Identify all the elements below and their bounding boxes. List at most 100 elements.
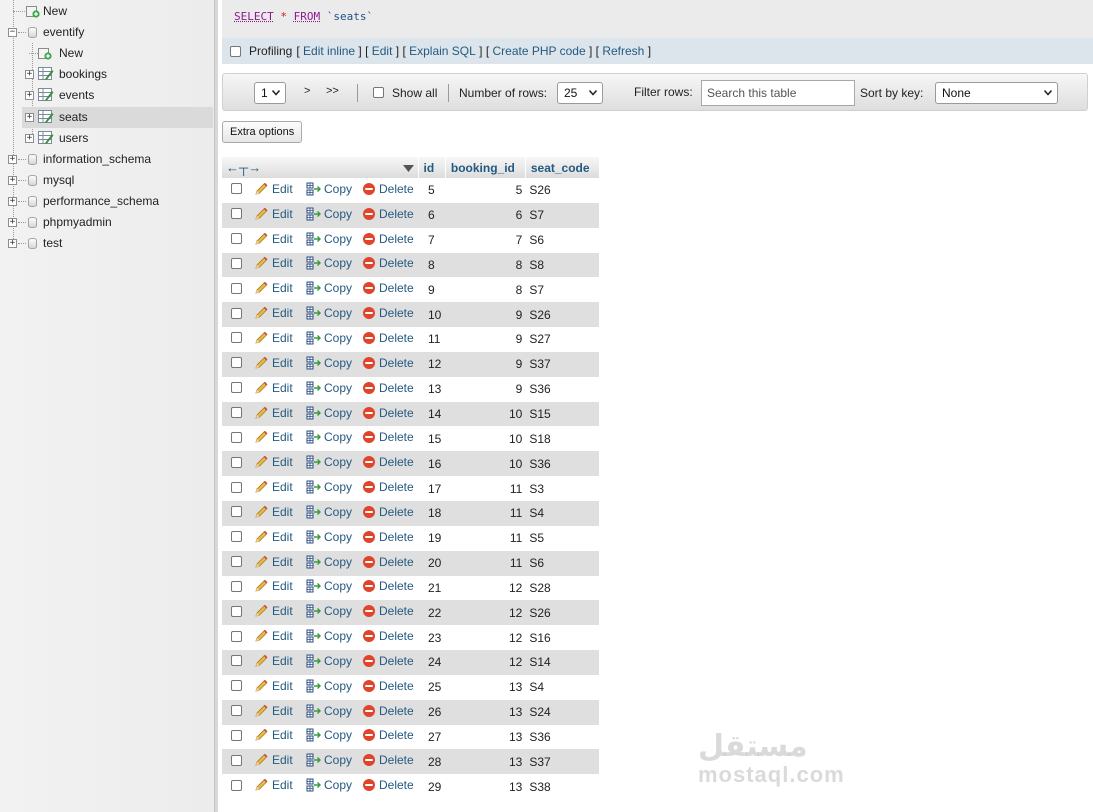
- cell-id[interactable]: 20: [418, 550, 446, 576]
- nav-item-label[interactable]: seats: [59, 110, 88, 124]
- nav-item-phpmyadmin[interactable]: + phpmyadmin: [0, 212, 213, 233]
- edit-row-button[interactable]: Edit: [254, 778, 293, 792]
- delete-row-button[interactable]: Delete: [362, 505, 414, 519]
- nav-item-label[interactable]: users: [59, 131, 88, 145]
- cell-booking-id[interactable]: 10: [445, 401, 526, 427]
- cell-seat-code[interactable]: S36: [525, 451, 600, 477]
- edit-row-button[interactable]: Edit: [254, 530, 293, 544]
- edit-row-button[interactable]: Edit: [254, 182, 293, 196]
- cell-id[interactable]: 18: [418, 500, 446, 526]
- row-checkbox[interactable]: [231, 407, 242, 419]
- nav-item-label[interactable]: phpmyadmin: [43, 215, 112, 229]
- cell-booking-id[interactable]: 10: [445, 451, 526, 477]
- row-checkbox[interactable]: [231, 208, 242, 220]
- cell-seat-code[interactable]: S36: [525, 724, 600, 750]
- cell-booking-id[interactable]: 11: [445, 500, 526, 526]
- copy-row-button[interactable]: Copy: [306, 505, 352, 519]
- edit-row-button[interactable]: Edit: [254, 753, 293, 767]
- copy-row-button[interactable]: Copy: [306, 356, 352, 370]
- expand-icon[interactable]: +: [8, 218, 17, 227]
- cell-id[interactable]: 13: [418, 376, 446, 402]
- edit-row-button[interactable]: Edit: [254, 281, 293, 295]
- edit-row-button[interactable]: Edit: [254, 256, 293, 270]
- cell-seat-code[interactable]: S7: [525, 277, 600, 303]
- cell-seat-code[interactable]: S4: [525, 674, 600, 700]
- edit-row-button[interactable]: Edit: [254, 381, 293, 395]
- extra-options-button[interactable]: Extra options: [222, 121, 303, 143]
- refresh-link[interactable]: Refresh: [602, 44, 644, 58]
- edit-row-button[interactable]: Edit: [254, 728, 293, 742]
- row-checkbox[interactable]: [231, 556, 242, 568]
- copy-row-button[interactable]: Copy: [306, 207, 352, 221]
- cell-seat-code[interactable]: S24: [525, 699, 600, 725]
- delete-row-button[interactable]: Delete: [362, 306, 414, 320]
- copy-row-button[interactable]: Copy: [306, 281, 352, 295]
- row-checkbox[interactable]: [231, 506, 242, 518]
- expand-icon[interactable]: +: [25, 112, 34, 122]
- cell-seat-code[interactable]: S26: [525, 600, 600, 626]
- copy-row-button[interactable]: Copy: [306, 381, 352, 395]
- edit-row-button[interactable]: Edit: [254, 579, 293, 593]
- copy-row-button[interactable]: Copy: [306, 480, 352, 494]
- cell-booking-id[interactable]: 11: [445, 476, 526, 501]
- cell-seat-code[interactable]: S36: [525, 376, 600, 402]
- row-checkbox[interactable]: [231, 456, 242, 468]
- edit-row-button[interactable]: Edit: [254, 356, 293, 370]
- nav-item-label[interactable]: information_schema: [43, 152, 151, 166]
- row-checkbox[interactable]: [231, 233, 242, 245]
- cell-seat-code[interactable]: S8: [525, 252, 600, 278]
- delete-row-button[interactable]: Delete: [362, 182, 414, 196]
- copy-row-button[interactable]: Copy: [306, 604, 352, 618]
- copy-row-button[interactable]: Copy: [306, 654, 352, 668]
- cell-booking-id[interactable]: 7: [445, 227, 526, 253]
- sql-keyword-from[interactable]: FROM: [294, 10, 321, 23]
- panel-splitter[interactable]: [214, 0, 218, 812]
- delete-row-button[interactable]: Delete: [362, 356, 414, 370]
- cell-id[interactable]: 19: [418, 525, 446, 551]
- show-all-checkbox[interactable]: [373, 87, 384, 98]
- cell-id[interactable]: 15: [418, 426, 446, 452]
- nav-item-label[interactable]: mysql: [43, 173, 74, 187]
- cell-seat-code[interactable]: S27: [525, 327, 600, 352]
- cell-seat-code[interactable]: S37: [525, 749, 600, 775]
- cell-seat-code[interactable]: S37: [525, 351, 600, 377]
- copy-row-button[interactable]: Copy: [306, 753, 352, 767]
- delete-row-button[interactable]: Delete: [362, 579, 414, 593]
- expand-icon[interactable]: +: [25, 70, 34, 80]
- cell-seat-code[interactable]: S28: [525, 575, 600, 601]
- cell-id[interactable]: 21: [418, 575, 446, 601]
- delete-row-button[interactable]: Delete: [362, 728, 414, 742]
- cell-seat-code[interactable]: S7: [525, 202, 600, 228]
- expand-icon[interactable]: +: [8, 154, 17, 164]
- copy-row-button[interactable]: Copy: [306, 778, 352, 792]
- create-php-code-link[interactable]: Create PHP code: [492, 44, 585, 58]
- filter-rows-input[interactable]: [701, 80, 855, 106]
- cell-seat-code[interactable]: S3: [525, 476, 600, 501]
- sort-by-key-select[interactable]: None: [935, 82, 1058, 104]
- row-checkbox[interactable]: [231, 705, 242, 717]
- column-header-booking-id[interactable]: booking_id: [445, 157, 526, 178]
- nav-item-seats[interactable]: + seats: [22, 106, 213, 128]
- sql-keyword-select[interactable]: SELECT: [234, 10, 274, 23]
- nav-item-label[interactable]: New: [43, 4, 67, 18]
- expand-icon[interactable]: +: [8, 239, 17, 249]
- delete-row-button[interactable]: Delete: [362, 778, 414, 792]
- column-header-seat-code[interactable]: seat_code: [525, 157, 600, 178]
- nav-item-New-table[interactable]: New: [22, 43, 213, 64]
- delete-row-button[interactable]: Delete: [362, 281, 414, 295]
- cell-id[interactable]: 9: [418, 277, 446, 303]
- row-checkbox[interactable]: [231, 282, 242, 294]
- edit-row-button[interactable]: Edit: [254, 604, 293, 618]
- delete-row-button[interactable]: Delete: [362, 555, 414, 569]
- delete-row-button[interactable]: Delete: [362, 679, 414, 693]
- copy-row-button[interactable]: Copy: [306, 704, 352, 718]
- delete-row-button[interactable]: Delete: [362, 430, 414, 444]
- row-checkbox[interactable]: [231, 779, 242, 791]
- nav-item-label[interactable]: eventify: [43, 25, 84, 39]
- cell-id[interactable]: 16: [418, 451, 446, 477]
- nav-item-information-schema[interactable]: + information_schema: [0, 149, 213, 170]
- cell-booking-id[interactable]: 11: [445, 550, 526, 576]
- copy-row-button[interactable]: Copy: [306, 530, 352, 544]
- cell-seat-code[interactable]: S6: [525, 227, 600, 253]
- cell-id[interactable]: 25: [418, 674, 446, 700]
